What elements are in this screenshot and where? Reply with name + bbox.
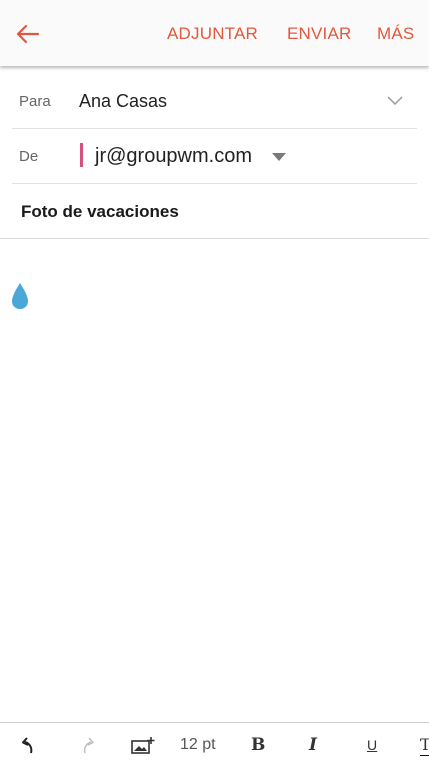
to-recipient[interactable]: Ana Casas	[79, 91, 167, 112]
undo-button[interactable]	[19, 734, 39, 756]
text-color-swatch	[420, 755, 429, 756]
redo-icon	[83, 737, 94, 754]
compose-email-screen: ADJUNTAR ENVIAR MÁS Para Ana Casas De jr…	[0, 0, 429, 764]
text-color-label: T	[420, 735, 429, 754]
underline-button[interactable]: U	[367, 734, 377, 756]
text-cursor-handle-icon[interactable]	[9, 282, 31, 310]
send-button[interactable]: ENVIAR	[287, 24, 352, 44]
subject-field-row[interactable]: Foto de vacaciones	[12, 184, 417, 238]
insert-image-icon	[131, 737, 155, 754]
more-button[interactable]: MÁS	[377, 24, 414, 44]
chevron-down-icon[interactable]	[387, 94, 403, 106]
account-color-bar	[80, 143, 83, 167]
text-color-button[interactable]: T	[420, 734, 429, 756]
from-field-row[interactable]: De jr@groupwm.com	[12, 129, 417, 184]
font-size-selector[interactable]: 12 pt	[180, 734, 216, 756]
attach-button[interactable]: ADJUNTAR	[167, 24, 258, 44]
undo-icon	[22, 737, 33, 754]
caret-down-icon[interactable]	[271, 152, 287, 162]
message-body[interactable]	[0, 239, 429, 722]
bold-button[interactable]: B	[251, 734, 265, 756]
from-label: De	[19, 148, 39, 165]
back-button[interactable]	[14, 20, 42, 48]
format-toolbar: 12 pt B I U T	[0, 722, 429, 764]
arrow-left-icon	[16, 24, 40, 44]
subject-input[interactable]: Foto de vacaciones	[21, 202, 179, 222]
to-field-row[interactable]: Para Ana Casas	[12, 74, 417, 129]
compose-toolbar: ADJUNTAR ENVIAR MÁS	[0, 0, 429, 66]
redo-button[interactable]	[77, 734, 97, 756]
insert-image-button[interactable]	[130, 734, 156, 756]
from-account[interactable]: jr@groupwm.com	[95, 145, 252, 168]
italic-button[interactable]: I	[309, 734, 317, 756]
to-label: Para	[19, 93, 51, 110]
